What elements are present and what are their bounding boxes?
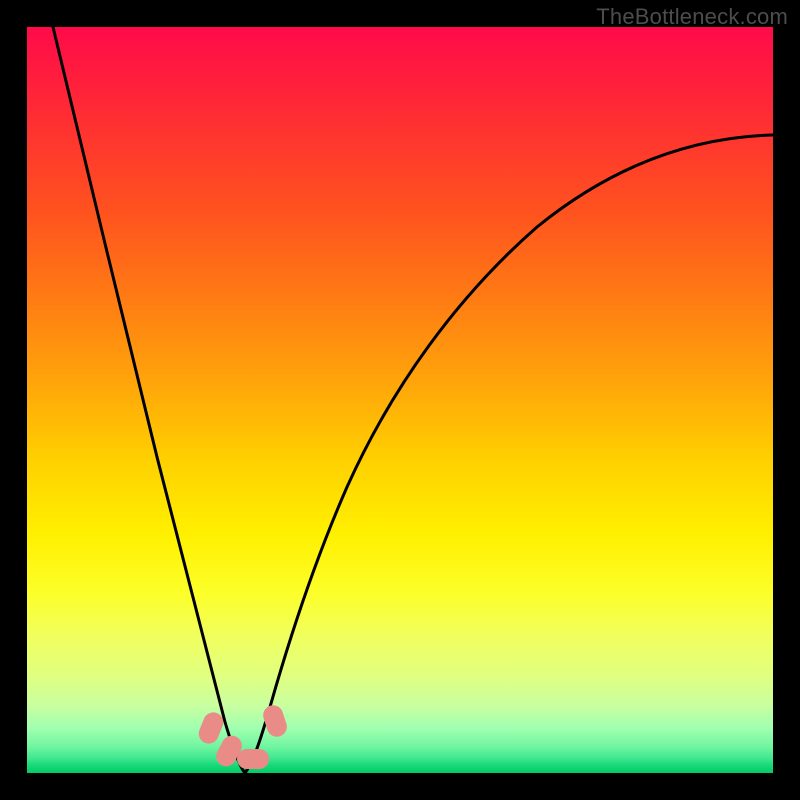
- bottleneck-curve-right: [245, 135, 773, 773]
- bottleneck-curve-left: [53, 27, 245, 773]
- marker-point: [237, 749, 269, 769]
- marker-point: [261, 703, 290, 740]
- marker-cluster: [196, 703, 290, 770]
- chart-frame: TheBottleneck.com: [0, 0, 800, 800]
- plot-area: [27, 27, 773, 773]
- curve-layer: [27, 27, 773, 773]
- watermark-text: TheBottleneck.com: [596, 4, 788, 30]
